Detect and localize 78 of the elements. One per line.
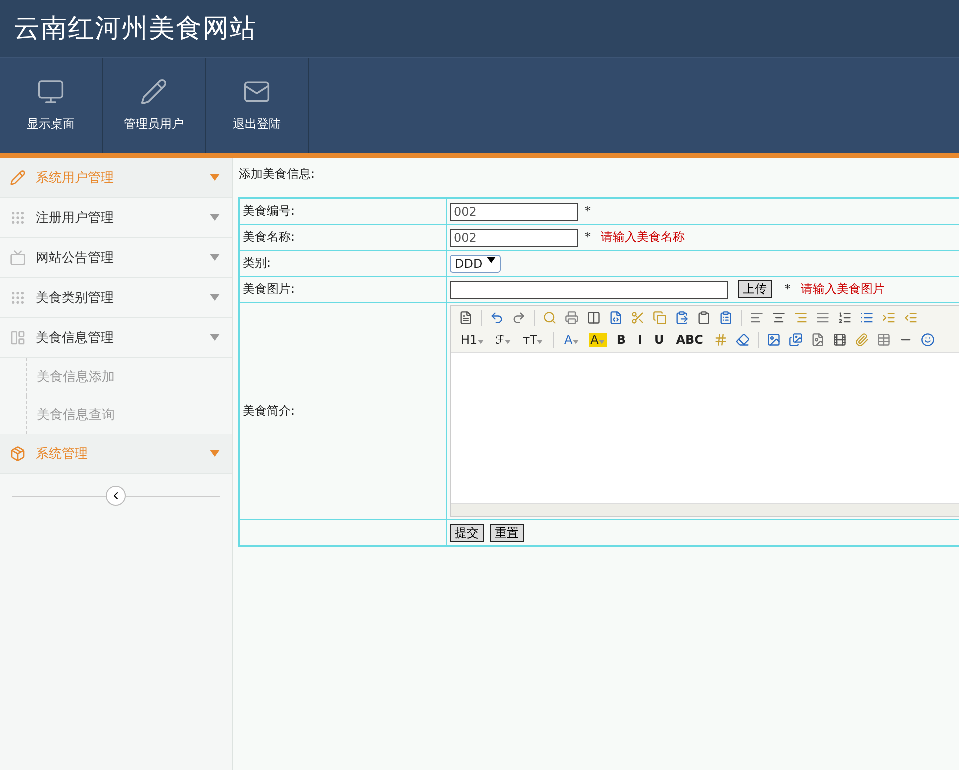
toolbar-button[interactable]: H1 [459,333,486,347]
toolbar-icon[interactable] [766,333,780,347]
dropdown-caret-icon [537,340,544,344]
dropdown-caret-icon [598,340,605,344]
caret-icon [486,256,496,263]
toolbar-icon[interactable] [876,333,890,347]
site-title: 云南红河州美食网站 [14,13,257,46]
error-message: 请输入美食图片 [800,282,885,296]
toolbar-icon[interactable] [697,311,711,325]
caret-icon [210,174,220,181]
toolbar-icon[interactable] [587,311,601,325]
toolbar-icon[interactable] [512,311,526,325]
collapse-button[interactable] [106,486,126,506]
toolbar-button[interactable]: A [562,333,581,347]
form-heading: 添加美食信息: [239,166,316,183]
upload-button[interactable]: 上传 [738,280,772,298]
toolbar-button[interactable]: тT [521,333,546,347]
caret-icon [210,254,220,261]
toolbar-icon[interactable] [459,311,473,325]
toolbar-icon[interactable] [816,311,830,325]
field-label: 美食名称: [243,230,296,244]
image-path-field[interactable] [450,280,728,299]
nav-label: 显示桌面 [27,116,75,133]
required-mark: * [585,204,591,218]
text-field[interactable]: 002 [450,202,578,220]
text-field[interactable]: 002 [450,228,578,246]
toolbar-icon[interactable] [719,311,733,325]
toolbar-button[interactable]: U [652,333,666,347]
error-message: 请输入美食名称 [601,230,685,244]
pencil-icon [140,78,168,106]
toolbar-button[interactable]: I [636,333,644,347]
nav-label: 管理员用户 [124,116,184,133]
toolbar-icon[interactable] [736,333,750,347]
field-label: 类别: [243,256,272,270]
dropdown-caret-icon [478,340,484,344]
toolbar-button[interactable]: A [588,333,607,347]
reset-button[interactable]: 重置 [490,524,524,542]
caret-icon [210,450,220,457]
toolbar-icon[interactable] [565,311,579,325]
toolbar-icon[interactable] [750,311,764,325]
monitor-icon [37,78,65,106]
caret-icon [210,334,220,341]
toolbar-icon[interactable] [838,311,852,325]
required-mark: * [784,282,791,296]
toolbar-icon[interactable] [490,311,504,325]
submit-button[interactable]: 提交 [450,524,484,542]
pencil-icon [10,170,26,186]
nav-tile[interactable]: 显示桌面 [0,58,103,153]
caret-icon [210,214,220,221]
dropdown-caret-icon [505,340,512,344]
field-label: 美食编号: [243,204,296,218]
field-label: 美食图片: [243,282,296,296]
rich-text-editor[interactable]: H1 ℱ тT A A B I U ABC [450,305,959,517]
category-select[interactable]: DDD [450,254,501,272]
toolbar-icon[interactable] [920,333,934,347]
nav-tile[interactable]: 退出登陆 [206,58,309,153]
grid-icon [10,210,26,226]
toolbar-icon[interactable] [675,311,689,325]
toolbar-icon[interactable] [810,333,824,347]
resize-handle[interactable] [451,503,959,516]
field-label: 美食简介: [243,404,296,418]
toolbar-icon[interactable] [609,311,623,325]
grid-icon [10,290,26,306]
toolbar-button[interactable]: B [614,333,628,347]
box-icon [10,446,26,462]
layout-icon [10,330,26,346]
toolbar-icon[interactable] [788,333,802,347]
required-mark: * [585,230,591,244]
dropdown-caret-icon [572,340,579,344]
monitor-icon [10,250,26,266]
toolbar-button[interactable]: ABC [674,333,706,347]
toolbar-icon[interactable] [832,333,846,347]
caret-icon [210,294,220,301]
nav-label: 退出登陆 [233,116,281,133]
toolbar-button[interactable]: ℱ [494,333,514,347]
nav-tile[interactable]: 管理员用户 [103,58,206,153]
toolbar-icon[interactable] [860,311,874,325]
toolbar-icon[interactable] [772,311,786,325]
